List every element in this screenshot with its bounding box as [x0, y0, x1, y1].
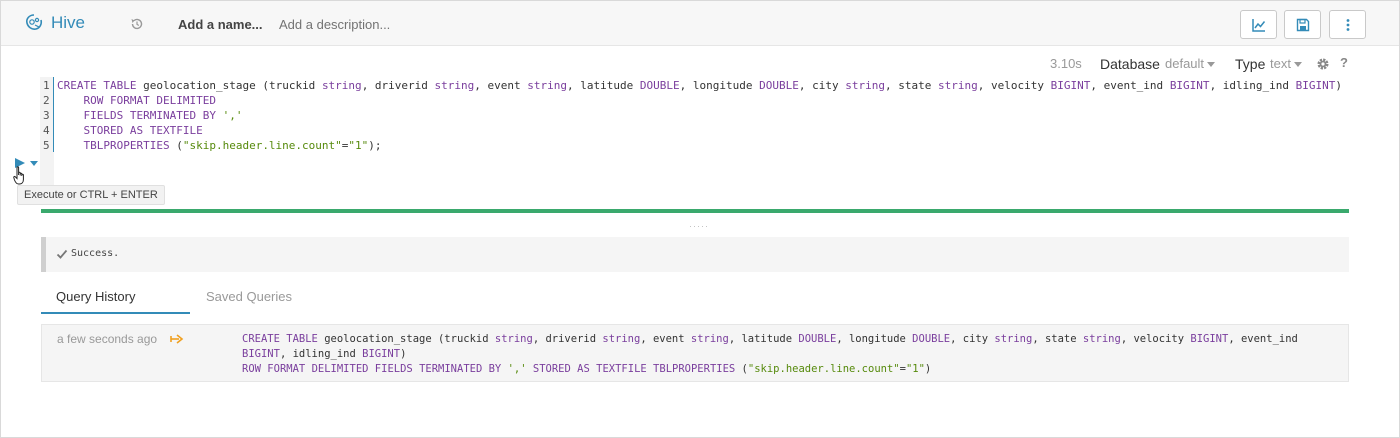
resize-handle[interactable]: ·····	[689, 221, 709, 231]
database-value: default	[1165, 56, 1205, 71]
chart-icon	[1251, 18, 1265, 32]
chart-button[interactable]	[1240, 10, 1277, 39]
execute-tooltip: Execute or CTRL + ENTER	[17, 185, 165, 205]
line-number: 2	[43, 94, 50, 107]
history-query-line: CREATE TABLE geolocation_stage (truckid …	[242, 333, 1298, 345]
type-select[interactable]: text	[1270, 56, 1302, 71]
active-tab-indicator	[41, 312, 190, 314]
code-line[interactable]: TBLPROPERTIES ("skip.header.line.count"=…	[57, 139, 382, 152]
run-options-chevron-icon[interactable]	[30, 161, 38, 166]
chevron-down-icon	[1207, 62, 1216, 68]
code-line[interactable]: ROW FORMAT DELIMITED	[57, 94, 216, 107]
database-label: Database	[1100, 56, 1160, 72]
save-button[interactable]	[1284, 10, 1321, 39]
history-icon[interactable]	[129, 16, 145, 32]
active-block-marker	[53, 77, 54, 152]
app-logo[interactable]: Hive	[23, 13, 85, 33]
history-query: CREATE TABLE geolocation_stage (truckid …	[242, 332, 1337, 377]
code-line[interactable]: CREATE TABLE geolocation_stage (truckid …	[57, 79, 1342, 92]
execution-duration: 3.10s	[1050, 56, 1082, 71]
gear-icon[interactable]	[1316, 57, 1330, 71]
query-description-input[interactable]: Add a description...	[279, 17, 390, 32]
history-timestamp: a few seconds ago	[57, 332, 158, 346]
line-number: 5	[43, 139, 50, 152]
line-number: 1	[43, 79, 50, 92]
table-row[interactable]: a few seconds ago CREATE TABLE geolocati…	[41, 324, 1349, 382]
code-line[interactable]: FIELDS TERMINATED BY ','	[57, 109, 243, 122]
chevron-down-icon	[1293, 62, 1302, 68]
check-icon	[56, 249, 68, 259]
database-select[interactable]: default	[1165, 56, 1216, 71]
line-number: 3	[43, 109, 50, 122]
code-line[interactable]: STORED AS TEXTFILE	[57, 124, 203, 137]
history-tabs: Query History Saved Queries	[41, 280, 1349, 314]
header-bar: Hive Add a name... Add a description...	[1, 1, 1399, 46]
hive-logo-icon	[26, 14, 43, 30]
result-status: Success.	[41, 237, 1349, 272]
app-name: Hive	[51, 13, 86, 32]
line-number: 4	[43, 124, 50, 137]
history-query-line: ROW FORMAT DELIMITED FIELDS TERMINATED B…	[242, 363, 932, 375]
save-icon	[1296, 18, 1309, 31]
tab-saved-queries[interactable]: Saved Queries	[206, 289, 292, 304]
hand-cursor-icon	[13, 166, 24, 185]
help-button[interactable]: ?	[1340, 55, 1348, 70]
status-message: Success.	[71, 248, 120, 259]
history-query-line: BIGINT, idling_ind BIGINT)	[242, 348, 407, 360]
type-value: text	[1270, 56, 1291, 71]
more-icon	[1346, 18, 1349, 31]
type-label: Type	[1235, 56, 1266, 72]
run-again-icon[interactable]	[170, 333, 184, 345]
query-name-input[interactable]: Add a name...	[178, 17, 263, 32]
sql-editor[interactable]: 1 2 3 4 5 CREATE TABLE geolocation_stage…	[40, 77, 1350, 207]
execution-progress-bar	[41, 209, 1349, 213]
tab-query-history[interactable]: Query History	[56, 289, 135, 304]
more-options-button[interactable]	[1329, 10, 1366, 39]
